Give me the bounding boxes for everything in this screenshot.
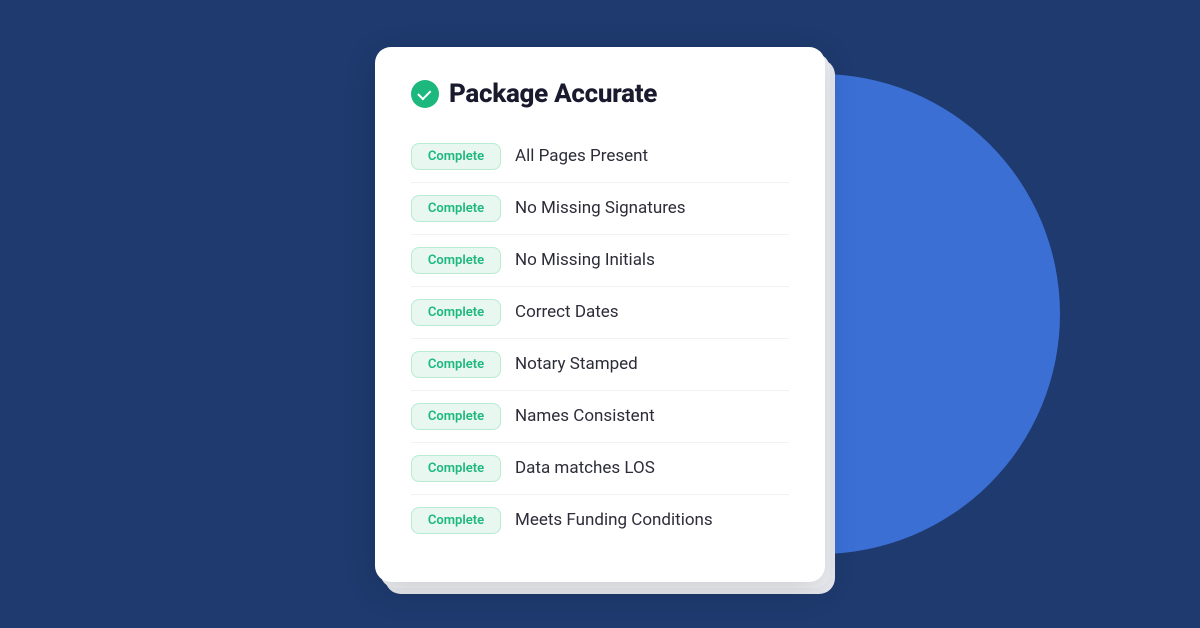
list-item: Complete All Pages Present — [411, 131, 789, 183]
status-badge: Complete — [411, 351, 501, 378]
status-badge: Complete — [411, 403, 501, 430]
item-label: No Missing Signatures — [515, 198, 686, 218]
card-title: Package Accurate — [449, 79, 657, 109]
status-badge: Complete — [411, 195, 501, 222]
item-label: Names Consistent — [515, 406, 655, 426]
list-item: Complete Notary Stamped — [411, 339, 789, 391]
card-header: Package Accurate — [411, 79, 789, 109]
item-label: Notary Stamped — [515, 354, 638, 374]
check-icon — [411, 80, 439, 108]
item-label: All Pages Present — [515, 146, 648, 166]
status-badge: Complete — [411, 143, 501, 170]
item-label: Correct Dates — [515, 302, 619, 322]
status-badge: Complete — [411, 247, 501, 274]
list-item: Complete Meets Funding Conditions — [411, 495, 789, 546]
item-label: Data matches LOS — [515, 458, 655, 478]
card-main: Package Accurate Complete All Pages Prese… — [375, 47, 825, 582]
list-item: Complete No Missing Initials — [411, 235, 789, 287]
list-item: Complete Names Consistent — [411, 391, 789, 443]
list-item: Complete No Missing Signatures — [411, 183, 789, 235]
status-badge: Complete — [411, 507, 501, 534]
item-label: No Missing Initials — [515, 250, 655, 270]
card-stack: Package Accurate Complete All Pages Prese… — [375, 47, 825, 582]
status-badge: Complete — [411, 299, 501, 326]
list-item: Complete Data matches LOS — [411, 443, 789, 495]
checklist: Complete All Pages Present Complete No Miss… — [411, 131, 789, 546]
list-item: Complete Correct Dates — [411, 287, 789, 339]
item-label: Meets Funding Conditions — [515, 510, 713, 530]
status-badge: Complete — [411, 455, 501, 482]
